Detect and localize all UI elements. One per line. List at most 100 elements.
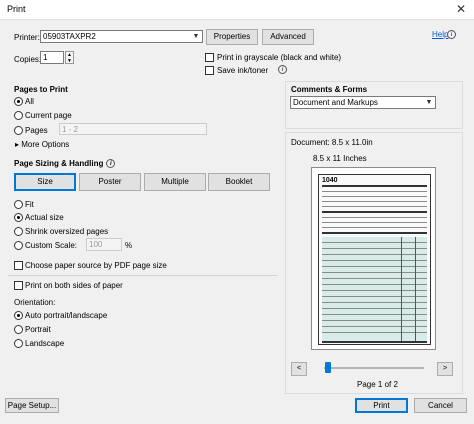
form-line <box>322 217 427 218</box>
orientation-landscape-label: Landscape <box>25 339 65 348</box>
copies-label: Copies: <box>14 55 42 64</box>
more-options-label: More Options <box>21 140 70 149</box>
form-rule <box>322 211 427 213</box>
poster-button[interactable]: Poster <box>79 173 141 191</box>
page-indicator: Page 1 of 2 <box>357 380 398 389</box>
orientation-heading: Orientation: <box>14 298 56 307</box>
percent-label: % <box>125 241 133 250</box>
page-slider-thumb[interactable] <box>325 362 331 373</box>
form-line <box>322 191 427 192</box>
shrink-label: Shrink oversized pages <box>25 227 109 236</box>
form-line <box>322 260 427 261</box>
divider <box>8 275 278 276</box>
pages-to-print-heading: Pages to Print <box>14 85 68 94</box>
form-page-thumbnail: 1040 <box>318 174 431 345</box>
comments-forms-heading: Comments & Forms <box>291 85 368 94</box>
pages-range-radio[interactable] <box>14 126 23 135</box>
pages-all-label: All <box>25 97 34 106</box>
orientation-portrait-radio[interactable] <box>14 325 23 334</box>
shrink-radio[interactable] <box>14 227 23 236</box>
prev-page-button[interactable]: < <box>291 362 307 376</box>
form-line <box>322 196 427 197</box>
paper-size-label: 8.5 x 11 Inches <box>313 154 367 163</box>
orientation-portrait-label: Portrait <box>25 325 51 334</box>
form-line <box>322 278 427 279</box>
orientation-auto-label: Auto portrait/landscape <box>25 311 108 320</box>
more-options-toggle[interactable]: ▸ More Options <box>15 140 69 149</box>
form-line <box>322 284 427 285</box>
form-line <box>322 266 427 267</box>
pages-range-input[interactable]: 1 - 2 <box>59 123 207 135</box>
size-button[interactable]: Size <box>14 173 76 191</box>
orientation-landscape-radio[interactable] <box>14 339 23 348</box>
properties-button[interactable]: Properties <box>206 29 258 45</box>
form-column-rule <box>401 237 402 341</box>
cancel-button[interactable]: Cancel <box>414 398 467 413</box>
grayscale-checkbox[interactable] <box>205 53 214 62</box>
fit-radio[interactable] <box>14 200 23 209</box>
actual-size-radio[interactable] <box>14 213 23 222</box>
form-line <box>322 248 427 249</box>
form-rule <box>322 185 427 187</box>
copies-input[interactable]: 1 <box>40 51 64 64</box>
duplex-checkbox[interactable] <box>14 281 23 290</box>
form-rule <box>322 341 427 343</box>
paper-source-checkbox[interactable] <box>14 261 23 270</box>
comments-forms-value: Document and Markups <box>293 98 378 107</box>
fit-label: Fit <box>25 200 34 209</box>
custom-scale-input[interactable]: 100 <box>86 238 122 251</box>
form-line <box>322 227 427 228</box>
page-setup-button[interactable]: Page Setup... <box>5 398 59 413</box>
form-line <box>322 242 427 243</box>
print-button[interactable]: Print <box>355 398 408 413</box>
form-column-rule <box>415 237 416 341</box>
form-line <box>322 308 427 309</box>
page-sizing-heading: Page Sizing & Handling i <box>14 159 116 169</box>
form-rule <box>322 232 427 234</box>
pages-all-radio[interactable] <box>14 97 23 106</box>
info-icon: i <box>106 159 116 169</box>
duplex-label: Print on both sides of paper <box>25 281 123 290</box>
document-size-label: Document: 8.5 x 11.0in <box>291 138 373 147</box>
help-link[interactable]: Help <box>432 30 448 39</box>
pages-range-label: Pages <box>25 126 48 135</box>
printer-select-value: 05903TAXPR2 <box>43 32 96 41</box>
form-line <box>322 206 427 207</box>
next-page-button[interactable]: > <box>437 362 453 376</box>
form-line <box>322 222 427 223</box>
close-icon[interactable]: ✕ <box>456 2 466 16</box>
chevron-down-icon: ▼ <box>192 33 200 40</box>
save-ink-checkbox[interactable] <box>205 66 214 75</box>
chevron-down-icon: ▼ <box>425 99 433 106</box>
form-line <box>322 332 427 333</box>
paper-source-label: Choose paper source by PDF page size <box>25 261 167 270</box>
advanced-button[interactable]: Advanced <box>262 29 314 45</box>
form-line <box>322 201 427 202</box>
printer-select[interactable]: 05903TAXPR2 ▼ <box>40 30 203 43</box>
copies-stepper[interactable]: ▲ ▼ <box>65 51 74 64</box>
form-line <box>322 290 427 291</box>
orientation-auto-radio[interactable] <box>14 311 23 320</box>
form-line <box>322 296 427 297</box>
printer-label: Printer: <box>14 33 40 42</box>
booklet-button[interactable]: Booklet <box>208 173 270 191</box>
comments-forms-select[interactable]: Document and Markups ▼ <box>290 96 436 109</box>
title-bar: Print ✕ <box>0 0 474 20</box>
form-line <box>322 254 427 255</box>
grayscale-label: Print in grayscale (black and white) <box>217 53 342 62</box>
multiple-button[interactable]: Multiple <box>144 173 206 191</box>
custom-scale-label: Custom Scale: <box>25 241 78 250</box>
pages-current-radio[interactable] <box>14 111 23 120</box>
custom-scale-radio[interactable] <box>14 241 23 250</box>
page-preview: 1040 <box>311 167 436 350</box>
pages-current-label: Current page <box>25 111 72 120</box>
info-icon: i <box>278 65 287 74</box>
info-icon: i <box>447 30 456 39</box>
form-line <box>322 302 427 303</box>
form-number: 1040 <box>322 177 338 184</box>
page-sizing-title: Page Sizing & Handling <box>14 159 104 168</box>
form-line <box>322 326 427 327</box>
window-title: Print <box>7 4 26 14</box>
form-line <box>322 314 427 315</box>
page-slider-track[interactable] <box>324 367 424 369</box>
